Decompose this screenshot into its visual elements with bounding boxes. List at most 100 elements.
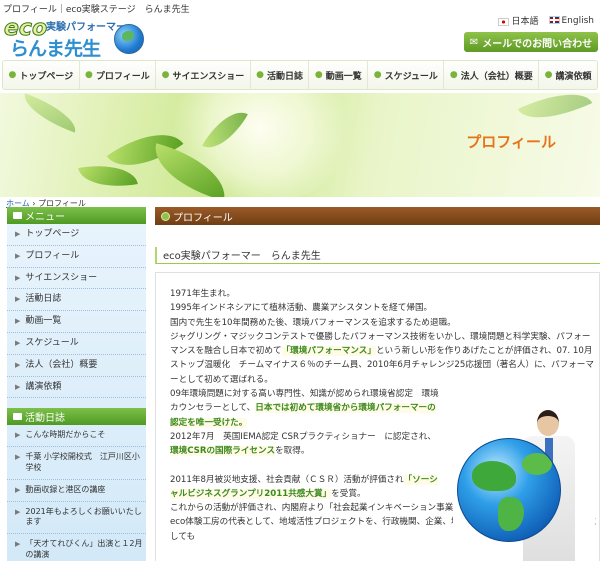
sidebar-item-schedule[interactable]: ▶ スケジュール — [7, 333, 146, 355]
uk-flag-icon — [548, 16, 560, 24]
language-switcher: 日本語 English — [498, 14, 594, 27]
sidebar-item-label: 法人（会社）概要 — [25, 359, 98, 370]
lang-en-link[interactable]: English — [548, 15, 595, 26]
arrow-icon: ▶ — [15, 431, 21, 440]
japan-flag-icon — [498, 17, 510, 26]
profile-line: 国内で先生を10年間務めた後、環境パフォーマンスを追求するため退職。 — [170, 317, 456, 328]
gnav-item-profile[interactable]: ● プロフィール — [78, 61, 156, 89]
gnav-item-science-show[interactable]: ● サイエンスショー — [155, 61, 250, 89]
global-nav: ● トップページ ● プロフィール ● サイエンスショー ● 活動日誌 ● 動画一覧 ● ス… — [2, 60, 598, 90]
arrow-icon: ▶ — [15, 230, 21, 238]
arrow-icon: ▶ — [15, 382, 21, 391]
news-item[interactable]: ▶ 「天才てれびくん」出演と１2月の講演 — [7, 534, 146, 561]
gnav-label: 法人（会社）概要 — [460, 71, 533, 82]
continent — [522, 453, 552, 475]
sidebar-menu-header: メニュー — [7, 207, 146, 224]
topbar-text: プロフィール｜eco実験ステージ らんま先生 — [3, 5, 190, 15]
news-item-label: 「天才てれびくん」出演と１2月の講演 — [25, 539, 143, 559]
arrow-icon: ▶ — [15, 295, 21, 304]
apple-icon — [161, 211, 170, 221]
news-item[interactable]: ▶ こんな時期だからこそ — [7, 425, 146, 448]
sidebar-item-label: サイエンスショー — [25, 272, 98, 283]
gnav-item-lecture[interactable]: ● 講演依頼 — [538, 61, 597, 89]
profile-line: 1971年生まれ。 — [170, 289, 235, 299]
hero-title: プロフィール — [466, 133, 556, 151]
section-heading: eco実験パフォーマー らんま先生 — [155, 247, 600, 264]
gnav-item-company[interactable]: ● 法人（会社）概要 — [443, 61, 538, 89]
bullet-icon: ● — [314, 70, 323, 80]
arrow-icon: ▶ — [15, 338, 21, 347]
earth-globe-image — [457, 438, 561, 542]
sidebar: メニュー ▶ トップページ ▶ プロフィール ▶ サイエンスショー ▶ 活動日誌 ▶ 動画… — [7, 207, 146, 561]
sidebar-item-diary[interactable]: ▶ 活動日誌 — [7, 289, 146, 312]
arrow-icon: ▶ — [15, 317, 21, 326]
gnav-label: スケジュール — [384, 71, 438, 82]
person-head — [537, 410, 559, 436]
bullet-icon: ● — [85, 70, 93, 80]
main-content: プロフィール eco実験パフォーマー らんま先生 1971年生まれ。 1995年… — [155, 207, 600, 561]
leaf-graphic — [18, 93, 82, 133]
highlight-text: 「環境パフォーマンス」 — [281, 346, 376, 357]
mail-icon: ✉ — [469, 36, 479, 48]
logo-subtitle: 実験パフォーマー — [46, 22, 126, 33]
sidebar-item-science-show[interactable]: ▶ サイエンスショー — [7, 268, 146, 290]
profile-paragraph: 2011年8月被災地支援、社会貢献（ＣＳＲ）活動が評価され「ソーシャルビジネスグ… — [170, 473, 440, 502]
arrow-icon: ▶ — [15, 453, 21, 462]
sidebar-item-videos[interactable]: ▶ 動画一覧 — [7, 311, 146, 333]
gnav-label: サイエンスショー — [172, 71, 245, 82]
sidebar-item-profile[interactable]: ▶ プロフィール — [7, 246, 146, 268]
gnav-label: 活動日誌 — [267, 71, 304, 82]
bullet-icon: ● — [544, 70, 553, 80]
page-title-bar: プロフィール — [155, 207, 600, 225]
arrow-icon: ▶ — [15, 540, 21, 549]
profile-paragraph: ジャグリング・マジックコンテストで優勝したパフォーマンス技術をいかし、環境問題と… — [170, 330, 598, 387]
news-item[interactable]: ▶ 2021年もよろしくお願いいたします — [7, 502, 146, 535]
globe-icon — [114, 24, 144, 54]
book-icon — [13, 212, 22, 219]
profile-photo — [453, 390, 595, 561]
book-icon — [13, 413, 22, 421]
sidebar-item-company[interactable]: ▶ 法人（会社）概要 — [7, 355, 146, 377]
profile-line: 1995年インドネシアにて植林活動、農業アシスタントを経て帰国。 — [170, 303, 433, 314]
arrow-icon: ▶ — [15, 273, 21, 282]
page-title: プロフィール — [173, 212, 233, 224]
highlight-text: 環境CSRの国際ライセンス — [170, 446, 276, 457]
gnav-label: プロフィール — [95, 71, 150, 82]
continent — [472, 461, 516, 491]
lang-ja-link[interactable]: 日本語 — [498, 14, 539, 27]
mail-contact-button[interactable]: ✉ メールでのお問い合わせ — [464, 32, 598, 52]
sidebar-item-top[interactable]: ▶ トップページ — [7, 224, 146, 246]
sidebar-item-lecture[interactable]: ▶ 講演依頼 — [7, 377, 146, 399]
gnav-item-top[interactable]: ● トップページ — [3, 61, 79, 89]
gnav-label: 講演依頼 — [555, 71, 592, 82]
lang-ja-label: 日本語 — [511, 17, 539, 27]
news-item-label: こんな時期だからこそ — [25, 430, 106, 440]
profile-text-span: 2011年8月被災地支援、社会貢献（ＣＳＲ）活動が評価され — [170, 474, 404, 485]
profile-paragraph: 2012年7月 英国IEMA認定 CSRプラクティショナー に認定され、環境CS… — [170, 430, 440, 459]
news-item[interactable]: ▶ 千葉 小学校開校式 江戸川区小学校 — [7, 447, 146, 480]
sidebar-item-label: 活動日誌 — [25, 294, 62, 305]
arrow-icon: ▶ — [15, 251, 21, 260]
logo-main-text: らんま先生 — [10, 38, 101, 60]
hero-banner: プロフィール — [0, 93, 600, 197]
gnav-item-diary[interactable]: ● 活動日誌 — [249, 61, 309, 89]
news-item[interactable]: ▶ 動画収録と港区の講座 — [7, 480, 146, 502]
sidebar-menu-title: メニュー — [25, 212, 65, 223]
sidebar-news-header: 活動日誌 — [7, 408, 146, 426]
mail-contact-label: メールでのお問い合わせ — [482, 38, 593, 50]
lang-en-label: English — [561, 15, 595, 26]
bullet-icon: ● — [8, 70, 17, 80]
site-logo[interactable]: eco 実験パフォーマー らんま先生 — [3, 14, 144, 60]
bullet-icon: ● — [373, 70, 382, 80]
arrow-icon: ▶ — [15, 485, 21, 494]
gnav-item-videos[interactable]: ● 動画一覧 — [308, 61, 367, 89]
leaf-graphic — [517, 93, 593, 133]
bullet-icon: ● — [161, 70, 170, 80]
news-item-label: 2021年もよろしくお願いいたします — [25, 506, 142, 527]
profile-card: 1971年生まれ。 1995年インドネシアにて植林活動、農業アシスタントを経て帰… — [155, 272, 600, 561]
sidebar-item-label: トップページ — [25, 229, 80, 239]
header: eco 実験パフォーマー らんま先生 日本語 English ✉ メールでのお問… — [0, 14, 600, 60]
gnav-item-schedule[interactable]: ● スケジュール — [367, 61, 443, 89]
profile-text-span: 2012年7月 英国IEMA認定 CSRプラクティショナー に認定され、 — [170, 431, 436, 442]
